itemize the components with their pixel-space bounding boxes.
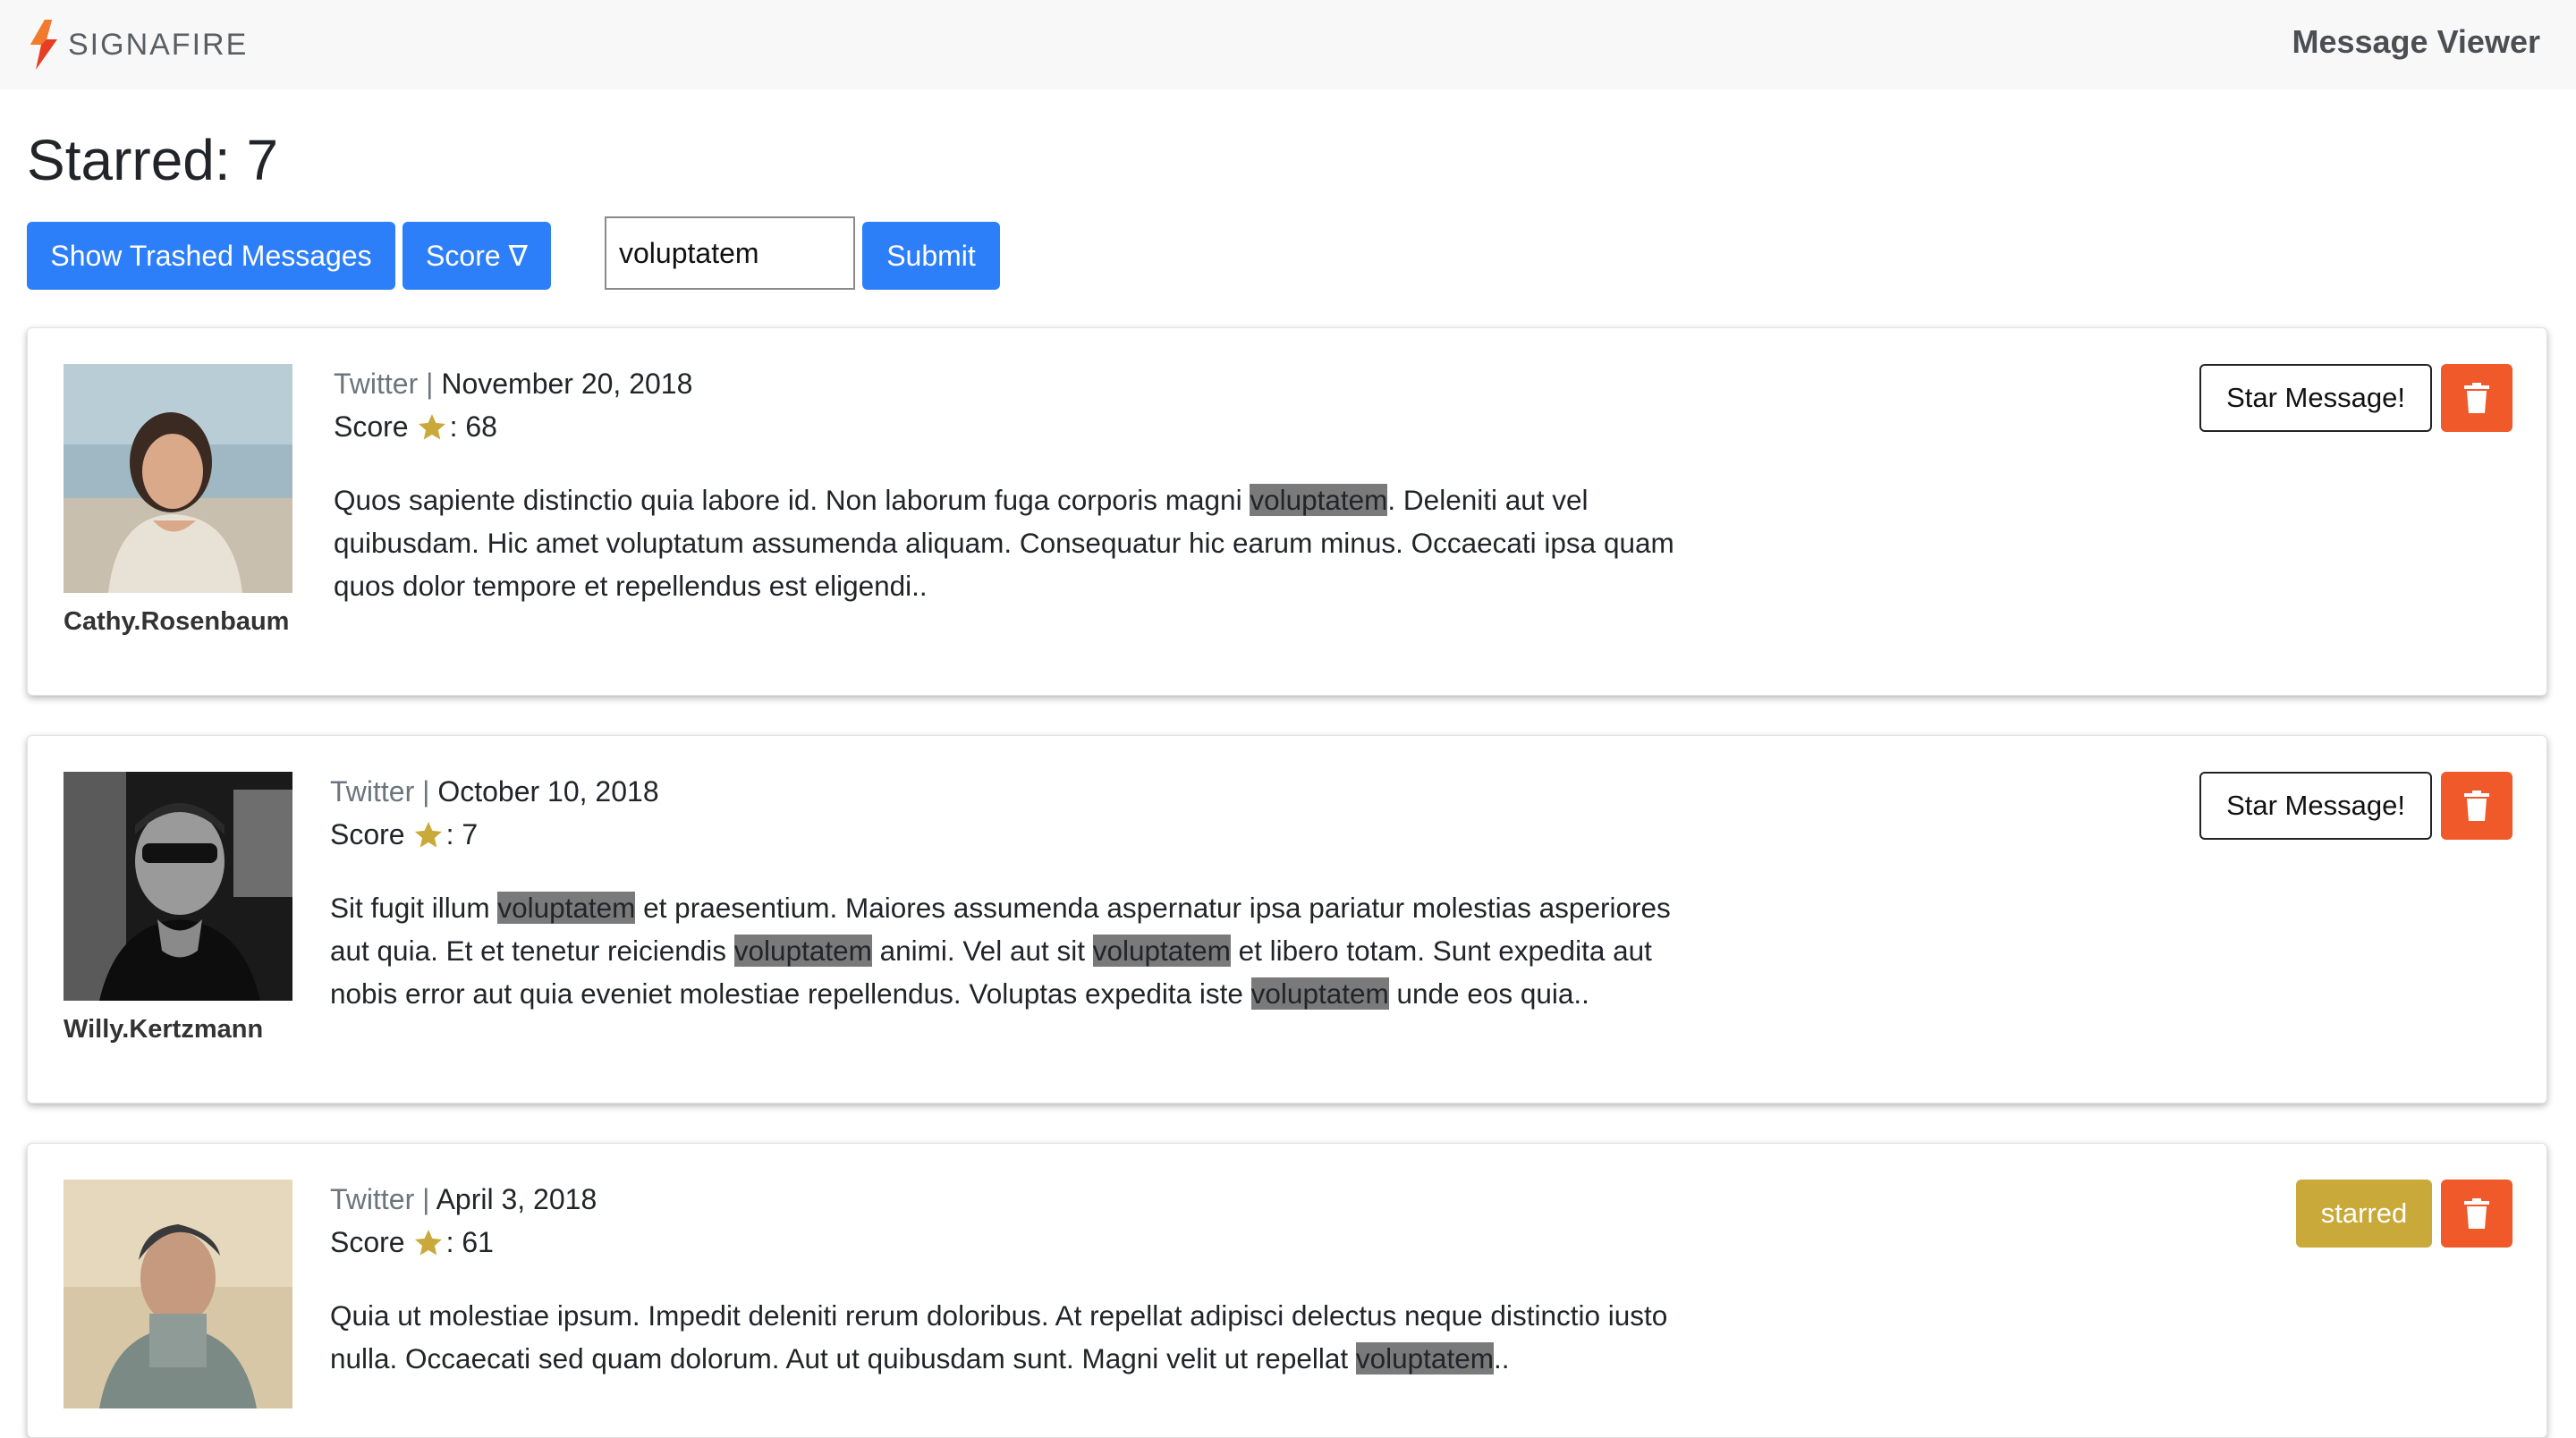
message-text: Sit fugit illum voluptatem et praesentiu… [330,892,1671,1010]
star-icon [416,411,448,444]
search-highlight: voluptatem [733,935,872,967]
platform-label: Twitter [330,1183,415,1215]
avatar [64,364,292,593]
delete-button[interactable] [2441,1180,2512,1248]
search-highlight: voluptatem [1250,977,1389,1010]
meta-separator: | [422,1183,430,1215]
star-message-button[interactable]: Star Message! [2199,364,2432,432]
message-text: Quia ut molestiae ipsum. Impedit delenit… [330,1299,1668,1375]
score-value: : 7 [445,818,479,850]
message-text: Quos sapiente distinctio quia labore id.… [334,484,1674,602]
message-date: April 3, 2018 [436,1183,597,1215]
meta-separator: | [422,775,430,808]
trash-icon [2464,791,2489,821]
message-date: November 20, 2018 [441,368,693,400]
trash-icon [2464,383,2489,413]
trash-icon [2464,1198,2489,1229]
star-message-button[interactable]: Star Message! [2199,772,2432,840]
score-sort-button[interactable]: Score ∇ [402,222,551,290]
username: Willy.Kertzmann [64,1015,264,1044]
search-highlight: voluptatem [1355,1342,1494,1375]
navbar: SIGNAFIRE Message Viewer [0,0,2576,89]
star-icon [412,1227,445,1259]
message-card: Twitter | April 3, 2018 Score : 61 Quia … [27,1143,2547,1438]
submit-button[interactable]: Submit [862,222,1000,290]
score-label: Score [334,410,409,443]
platform-label: Twitter [334,368,419,400]
avatar [64,1180,292,1408]
star-icon [412,819,445,851]
score-value: : 61 [445,1226,494,1258]
search-highlight: voluptatem [497,892,636,924]
score-label: Score [330,1226,405,1258]
message-date: October 10, 2018 [437,775,659,808]
score-value: : 68 [449,410,497,443]
search-highlight: voluptatem [1092,935,1231,967]
search-input[interactable] [605,216,855,290]
meta-separator: | [426,368,434,400]
username: Cathy.Rosenbaum [64,607,290,636]
message-score: Score : 61 [330,1226,494,1259]
platform-label: Twitter [330,775,415,808]
score-label: Score [330,818,405,850]
starred-count-heading: Starred: 7 [27,128,279,192]
message-meta: Twitter | April 3, 2018 [330,1183,597,1216]
delete-button[interactable] [2441,772,2512,840]
signafire-logo-icon [30,20,57,70]
message-meta: Twitter | October 10, 2018 [330,775,659,808]
message-meta: Twitter | November 20, 2018 [334,368,692,401]
brand[interactable]: SIGNAFIRE [27,16,248,73]
delete-button[interactable] [2441,364,2512,432]
app-title: Message Viewer [2292,23,2540,60]
avatar [64,772,292,1001]
message-score: Score : 68 [334,410,497,444]
message-card: Willy.Kertzmann Twitter | October 10, 20… [27,735,2547,1104]
starred-badge-button[interactable]: starred [2296,1180,2432,1248]
message-card: Cathy.Rosenbaum Twitter | November 20, 2… [27,327,2547,696]
show-trashed-messages-button[interactable]: Show Trashed Messages [27,222,395,290]
brand-name: SIGNAFIRE [68,27,249,62]
search-highlight: voluptatem [1250,484,1388,516]
message-score: Score : 7 [330,818,478,851]
